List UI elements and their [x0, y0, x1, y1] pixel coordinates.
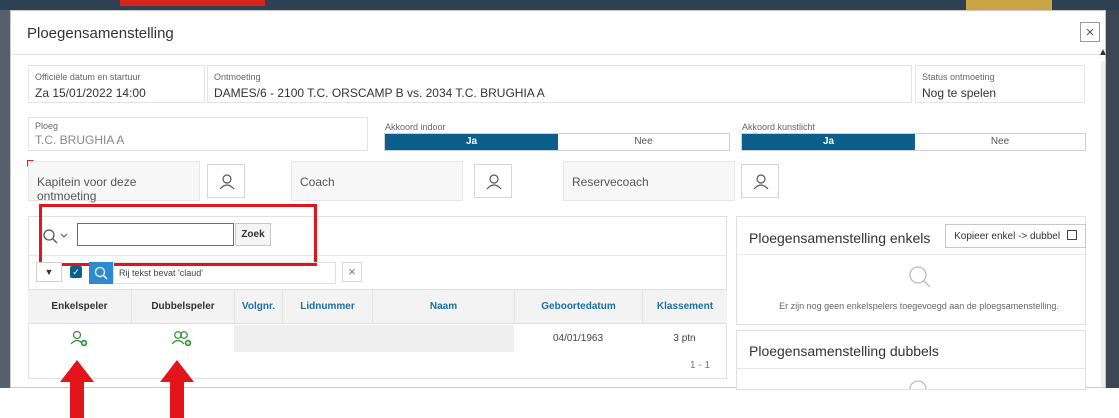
ontmoeting-value: DAMES/6 - 2100 T.C. ORSCAMP B vs. 2034 T…	[214, 86, 545, 100]
kopieer-enkel-dubbel-button[interactable]: Kopieer enkel -> dubbel	[945, 224, 1086, 248]
datum-field: Officiële datum en startuur Za 15/01/202…	[28, 65, 205, 103]
indoor-toggle: Ja Nee	[384, 133, 730, 151]
annotation-arrow-icon	[160, 360, 194, 418]
row-geboortedatum: 04/01/1963	[552, 333, 604, 344]
status-field: Status ontmoeting Nog te spelen	[915, 65, 1085, 103]
filter-checkbox[interactable]: ✓	[70, 266, 82, 278]
kapitein-field[interactable]: Kapitein voor deze ontmoeting	[28, 161, 200, 203]
ploeg-field: Ploeg T.C. BRUGHIA A	[28, 117, 368, 151]
kunstlicht-no-option[interactable]: Nee	[915, 134, 1085, 150]
coach-select-button[interactable]	[474, 164, 512, 198]
dubbels-divider	[736, 368, 1086, 369]
add-user-icon	[70, 330, 88, 347]
kopieer-label: Kopieer enkel -> dubbel	[954, 231, 1061, 242]
ontmoeting-label: Ontmoeting	[214, 72, 261, 82]
indoor-label: Akkoord indoor	[385, 122, 446, 132]
filter-text[interactable]: Rij tekst bevat 'claud'	[113, 262, 336, 284]
kapitein-label: Kapitein voor deze ontmoeting	[37, 175, 137, 203]
coach-label: Coach	[300, 175, 335, 189]
indoor-no-option[interactable]: Nee	[558, 134, 729, 150]
empty-search-icon	[909, 380, 927, 389]
annotation-arrow-icon	[60, 360, 94, 418]
backdrop-right	[1106, 10, 1119, 418]
top-bar-yellow-accent	[966, 0, 1052, 10]
close-button[interactable]: ×	[1080, 22, 1100, 42]
top-bar-red-accent	[120, 0, 265, 6]
enkels-divider	[736, 254, 1086, 255]
reservecoach-label: Reservecoach	[572, 175, 649, 189]
reservecoach-select-button[interactable]	[741, 164, 779, 198]
add-dubbelspeler-button[interactable]	[131, 325, 234, 352]
add-enkelspeler-button[interactable]	[28, 325, 131, 352]
status-value: Nog te spelen	[922, 86, 997, 100]
add-users-icon	[171, 331, 192, 347]
scroll-up-icon[interactable]: ▲	[1098, 47, 1108, 58]
ploeg-value: T.C. BRUGHIA A	[35, 133, 125, 147]
status-label: Status ontmoeting	[922, 72, 995, 82]
dialog-title: Ploegensamenstelling	[27, 25, 174, 42]
column-lidnummer[interactable]: Lidnummer	[282, 289, 372, 324]
app-top-bar	[0, 0, 1119, 10]
filter-clear-button[interactable]: ×	[342, 262, 362, 282]
column-volgnr[interactable]: Volgnr.	[234, 289, 282, 324]
dialog-header: Ploegensamenstelling ×	[11, 11, 1105, 55]
pager-info: 1 - 1	[690, 360, 711, 371]
column-dubbelspeler[interactable]: Dubbelspeler	[131, 289, 234, 324]
enkels-empty-text: Er zijn nog geen enkelspelers toegevoegd…	[779, 301, 1059, 311]
backdrop-left	[0, 10, 10, 418]
ploeg-label: Ploeg	[35, 121, 59, 131]
row-blurred-cells	[234, 325, 514, 352]
filter-dropdown[interactable]: ▼	[36, 262, 62, 282]
user-icon	[753, 174, 769, 190]
datum-label: Officiële datum en startuur	[35, 72, 141, 82]
reservecoach-field[interactable]: Reservecoach	[563, 161, 735, 201]
column-geboortedatum[interactable]: Geboortedatum	[514, 289, 642, 324]
enkels-title: Ploegensamenstelling enkels	[749, 230, 931, 246]
copy-icon	[1066, 230, 1077, 240]
dubbels-title: Ploegensamenstelling dubbels	[749, 343, 939, 359]
scrollbar[interactable]	[1101, 61, 1105, 387]
indoor-yes-option[interactable]: Ja	[385, 134, 558, 150]
user-icon	[219, 174, 235, 190]
column-naam[interactable]: Naam	[372, 289, 514, 324]
kapitein-select-button[interactable]	[207, 164, 245, 198]
row-klassement: 3 ptn	[673, 333, 696, 344]
coach-field[interactable]: Coach	[291, 161, 463, 201]
user-icon	[486, 174, 502, 190]
column-enkelspeler[interactable]: Enkelspeler	[28, 289, 131, 324]
kunstlicht-label: Akkoord kunstlicht	[742, 122, 816, 132]
ontmoeting-field: Ontmoeting DAMES/6 - 2100 T.C. ORSCAMP B…	[207, 65, 912, 103]
empty-search-icon	[909, 266, 931, 288]
kunstlicht-toggle: Ja Nee	[741, 133, 1086, 151]
kunstlicht-yes-option[interactable]: Ja	[742, 134, 915, 150]
filter-search-icon[interactable]	[89, 262, 113, 284]
datum-value: Za 15/01/2022 14:00	[35, 86, 146, 100]
column-klassement[interactable]: Klassement	[642, 289, 727, 324]
